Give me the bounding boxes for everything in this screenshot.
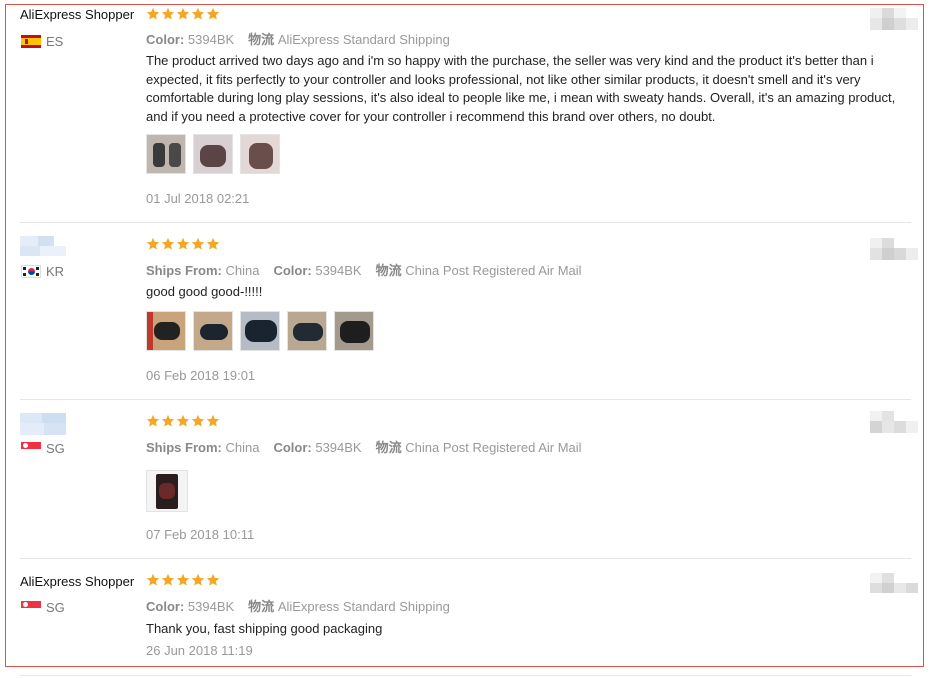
country-code: SG [46,600,65,615]
review-date: 26 Jun 2018 11:19 [146,643,253,658]
order-info: Color: 5394BK 物流 AliExpress Standard Ship… [146,29,450,48]
review-photo-thumbnail[interactable] [193,311,233,351]
star-icon [191,7,205,20]
ships-from-label: Ships From: [146,263,222,278]
review-body: Ships From: China Color: 5394BK 物流 China P… [146,413,911,548]
review-photo-thumbnail[interactable] [240,311,280,351]
logistics-label: 物流 [248,32,275,47]
review-text: good good good-!!!!! [146,284,263,299]
review-photos [146,134,280,174]
star-icon [176,573,190,586]
singapore-flag-icon [21,442,41,455]
review-item: SG Ships From: China Color: 5394BK 物流 Chin… [20,411,918,548]
review-date: 07 Feb 2018 10:11 [146,527,255,542]
review-date: 01 Jul 2018 02:21 [146,191,250,206]
color-value: 5394BK [187,599,235,614]
star-icon [206,237,220,250]
reviewer-name[interactable]: AliExpress Shopper [20,7,134,22]
order-info: Ships From: China Color: 5394BK 物流 China P… [146,260,582,279]
review-photo-thumbnail[interactable] [146,134,186,174]
reviewer-country: ES [21,34,63,49]
reviewer-country: KR [21,264,64,279]
color-label: Color: [146,599,185,614]
pixelated-avatar [870,573,920,597]
review-photo-thumbnail[interactable] [146,470,188,512]
logistics-label: 物流 [375,440,402,455]
reviewer-country: SG [21,600,65,615]
color-value: 5394BK [187,32,235,47]
review-item: AliExpress Shopper SG Color: 5394BK 物流 Al… [20,573,918,661]
blurred-reviewer-name [20,236,66,260]
review-divider [20,558,911,559]
pixelated-avatar [870,411,920,435]
review-photo-thumbnail[interactable] [287,311,327,351]
star-icon [161,573,175,586]
ships-from-value: China [225,440,260,455]
logistics-label: 物流 [248,599,275,614]
review-photos [146,311,374,351]
star-rating [146,573,220,589]
review-photo-thumbnail[interactable] [193,134,233,174]
star-icon [206,414,220,427]
review-photo-thumbnail[interactable] [240,134,280,174]
review-divider [20,222,911,223]
review-divider [20,399,911,400]
logistics-value: AliExpress Standard Shipping [277,599,450,614]
star-icon [146,414,160,427]
review-body: Color: 5394BK 物流 AliExpress Standard Ship… [146,573,911,661]
ships-from-label: Ships From: [146,440,222,455]
star-icon [146,7,160,20]
star-icon [161,7,175,20]
logistics-label: 物流 [375,263,402,278]
star-icon [176,414,190,427]
korea-flag-icon [21,265,41,278]
country-code: KR [46,264,65,279]
star-icon [146,237,160,250]
star-icon [191,573,205,586]
star-icon [161,237,175,250]
review-date: 06 Feb 2018 19:01 [146,368,256,383]
color-label: Color: [146,32,185,47]
order-info: Ships From: China Color: 5394BK 物流 China P… [146,437,582,456]
star-rating [146,7,220,23]
review-photos [146,470,188,512]
star-icon [191,414,205,427]
review-text: The product arrived two days ago and i'm… [146,53,896,124]
review-body: Color: 5394BK 物流 AliExpress Standard Ship… [146,6,911,216]
star-icon [176,7,190,20]
star-icon [176,237,190,250]
star-icon [206,7,220,20]
reviewer-country: SG [21,441,65,456]
order-info: Color: 5394BK 物流 AliExpress Standard Ship… [146,596,450,615]
ships-from-value: China [225,263,260,278]
review-item: KR Ships From: China Color: 5394BK 物流 Chin… [20,236,918,386]
star-rating [146,414,220,430]
star-icon [161,414,175,427]
review-photo-thumbnail[interactable] [334,311,374,351]
spain-flag-icon [21,35,41,48]
star-icon [206,573,220,586]
star-icon [191,237,205,250]
review-item: AliExpress Shopper ES Color: 5394BK 物流 Al… [20,6,918,216]
blurred-reviewer-name [20,413,66,437]
review-body: Ships From: China Color: 5394BK 物流 China P… [146,236,911,386]
singapore-flag-icon [21,601,41,614]
country-code: SG [46,441,65,456]
color-label: Color: [273,440,312,455]
pixelated-avatar [870,8,920,32]
review-text: Thank you, fast shipping good packaging [146,621,383,636]
reviewer-name[interactable]: AliExpress Shopper [20,574,134,589]
pixelated-avatar [870,238,920,262]
country-code: ES [46,34,64,49]
logistics-value: China Post Registered Air Mail [405,440,582,455]
star-icon [146,573,160,586]
review-divider [20,675,911,676]
review-photo-thumbnail[interactable] [146,311,186,351]
color-value: 5394BK [315,263,362,278]
logistics-value: AliExpress Standard Shipping [277,32,450,47]
color-label: Color: [273,263,312,278]
star-rating [146,237,220,253]
logistics-value: China Post Registered Air Mail [405,263,582,278]
color-value: 5394BK [315,440,362,455]
